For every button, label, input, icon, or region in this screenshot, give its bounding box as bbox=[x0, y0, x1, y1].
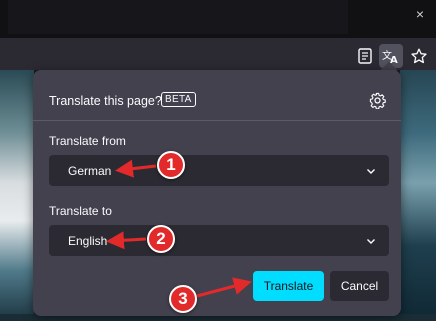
gear-icon[interactable] bbox=[367, 90, 387, 110]
panel-title: Translate this page? bbox=[49, 94, 162, 108]
cancel-button[interactable]: Cancel bbox=[330, 271, 389, 301]
page-background-right bbox=[400, 70, 436, 321]
panel-divider bbox=[33, 120, 401, 121]
page-background-left bbox=[0, 70, 34, 321]
svg-text:A: A bbox=[390, 55, 398, 64]
translate-from-select[interactable]: German bbox=[49, 155, 389, 186]
window-close-icon[interactable]: × bbox=[416, 6, 424, 22]
translate-to-value: English bbox=[68, 234, 108, 248]
bookmark-star-icon[interactable] bbox=[407, 44, 431, 68]
chevron-down-icon bbox=[367, 239, 375, 244]
translate-from-value: German bbox=[68, 164, 112, 178]
annotation-marker-1: 1 bbox=[157, 151, 185, 179]
annotation-marker-3: 3 bbox=[169, 285, 197, 313]
reader-view-icon[interactable] bbox=[353, 44, 377, 68]
beta-badge: BETA bbox=[161, 92, 196, 107]
chevron-down-icon bbox=[367, 169, 375, 174]
translate-to-select[interactable]: English bbox=[49, 225, 389, 256]
translate-from-label: Translate from bbox=[49, 134, 126, 148]
translation-panel: Translate this page? BETA Translate from… bbox=[33, 70, 401, 316]
annotation-marker-2: 2 bbox=[147, 225, 175, 253]
translate-button[interactable]: Translate bbox=[253, 271, 324, 301]
browser-tab-bar: × bbox=[0, 0, 436, 38]
browser-tab[interactable] bbox=[8, 0, 348, 34]
translate-to-label: Translate to bbox=[49, 204, 112, 218]
